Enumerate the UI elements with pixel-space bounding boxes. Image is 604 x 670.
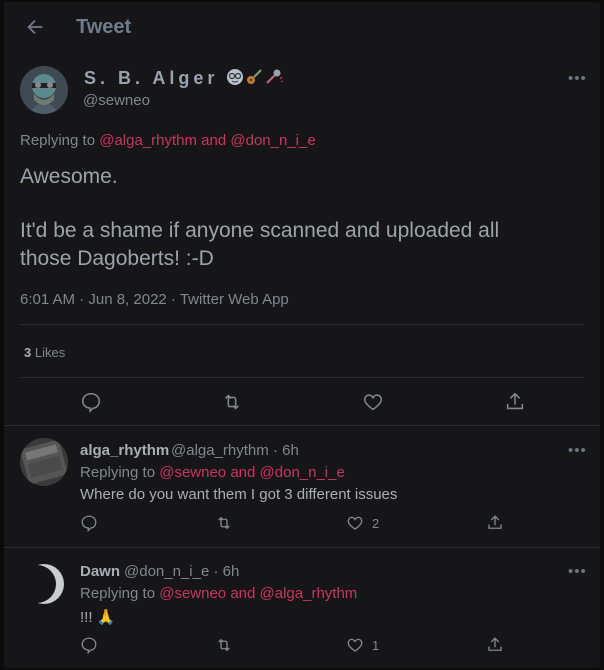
mention-link[interactable]: @alga_rhythm xyxy=(260,585,358,602)
replying-to-prefix: Replying to xyxy=(80,464,156,481)
retweet-button[interactable] xyxy=(214,636,234,654)
likes-summary[interactable]: 3 Likes xyxy=(24,345,65,360)
reply-button[interactable] xyxy=(80,636,98,654)
guitar-icon xyxy=(245,68,263,91)
page-title: Tweet xyxy=(76,16,132,38)
replying-and: and xyxy=(201,132,227,149)
reply-text: !!! 🙏 xyxy=(80,609,116,626)
replying-to-line: Replying to @sewneo and @alga_rhythm xyxy=(80,585,357,602)
share-button[interactable] xyxy=(486,636,504,654)
reply-icon xyxy=(80,636,98,654)
reply-author-name[interactable]: Dawn xyxy=(80,563,120,580)
share-icon xyxy=(486,514,504,532)
retweet-icon xyxy=(214,636,234,654)
retweet-icon xyxy=(220,391,244,413)
mention-link[interactable]: @don_n_i_e xyxy=(260,464,345,481)
replying-to-prefix: Replying to xyxy=(80,585,156,602)
more-icon[interactable]: ••• xyxy=(568,70,587,87)
reply-icon xyxy=(80,391,102,413)
replying-to-line: Replying to @sewneo and @don_n_i_e xyxy=(80,464,345,481)
replying-and: and xyxy=(230,464,256,481)
avatar[interactable] xyxy=(20,560,68,608)
likes-label: Likes xyxy=(34,345,66,360)
reply-text: Where do you want them I got 3 different… xyxy=(80,486,398,503)
heart-icon xyxy=(362,391,384,413)
author-display-name[interactable]: S. B. Alger xyxy=(84,68,218,89)
share-button[interactable] xyxy=(486,514,504,532)
heart-icon xyxy=(346,514,364,532)
nerd-face-icon xyxy=(226,68,244,91)
share-icon xyxy=(486,636,504,654)
reply-button[interactable] xyxy=(80,391,102,413)
reply-icon xyxy=(80,514,98,532)
divider xyxy=(4,425,600,426)
divider xyxy=(20,377,584,378)
more-icon[interactable]: ••• xyxy=(568,563,587,580)
mention-link[interactable]: @sewneo xyxy=(159,464,226,481)
mention-link[interactable]: @sewneo xyxy=(159,585,226,602)
like-button[interactable]: 2 xyxy=(346,514,379,532)
divider xyxy=(20,324,584,325)
divider xyxy=(4,547,600,548)
mention-link[interactable]: @don_n_i_e xyxy=(230,132,315,149)
more-icon[interactable]: ••• xyxy=(568,442,587,459)
avatar[interactable] xyxy=(20,438,68,486)
tweet-detail-view: Tweet S. B. Alger @sewneo ••• Replying t… xyxy=(4,2,600,668)
retweet-icon xyxy=(214,514,234,532)
author-handle[interactable]: @sewneo xyxy=(83,92,150,109)
heart-icon xyxy=(346,636,364,654)
tweet-text-line: It'd be a shame if anyone scanned and up… xyxy=(20,219,500,242)
replying-and: and xyxy=(230,585,256,602)
top-bar: Tweet xyxy=(4,2,600,52)
name-emoji-group xyxy=(226,68,284,91)
microphone-icon xyxy=(264,68,284,91)
tweet-text-line: Awesome. xyxy=(20,165,118,188)
likes-count: 3 xyxy=(24,345,32,360)
reply-author-handle-time[interactable]: @alga_rhythm · 6h xyxy=(171,442,299,459)
share-button[interactable] xyxy=(504,391,526,413)
like-button[interactable]: 1 xyxy=(346,636,379,654)
mention-link[interactable]: @alga_rhythm xyxy=(99,132,197,149)
reply-author-name[interactable]: alga_rhythm xyxy=(80,442,169,459)
retweet-button[interactable] xyxy=(220,391,244,413)
reply-button[interactable] xyxy=(80,514,98,532)
share-icon xyxy=(504,391,526,413)
replying-to-prefix: Replying to xyxy=(20,132,96,149)
reply-author-handle-time[interactable]: @don_n_i_e · 6h xyxy=(124,563,239,580)
back-arrow-icon[interactable] xyxy=(24,16,46,38)
retweet-button[interactable] xyxy=(214,514,234,532)
like-count: 1 xyxy=(372,637,380,653)
avatar[interactable] xyxy=(20,66,68,114)
like-button[interactable] xyxy=(362,391,384,413)
tweet-timestamp[interactable]: 6:01 AM · Jun 8, 2022 · Twitter Web App xyxy=(20,291,289,308)
like-count: 2 xyxy=(372,515,380,531)
tweet-text-line: those Dagoberts! :-D xyxy=(20,247,214,270)
replying-to-line: Replying to @alga_rhythm and @don_n_i_e xyxy=(20,132,316,149)
